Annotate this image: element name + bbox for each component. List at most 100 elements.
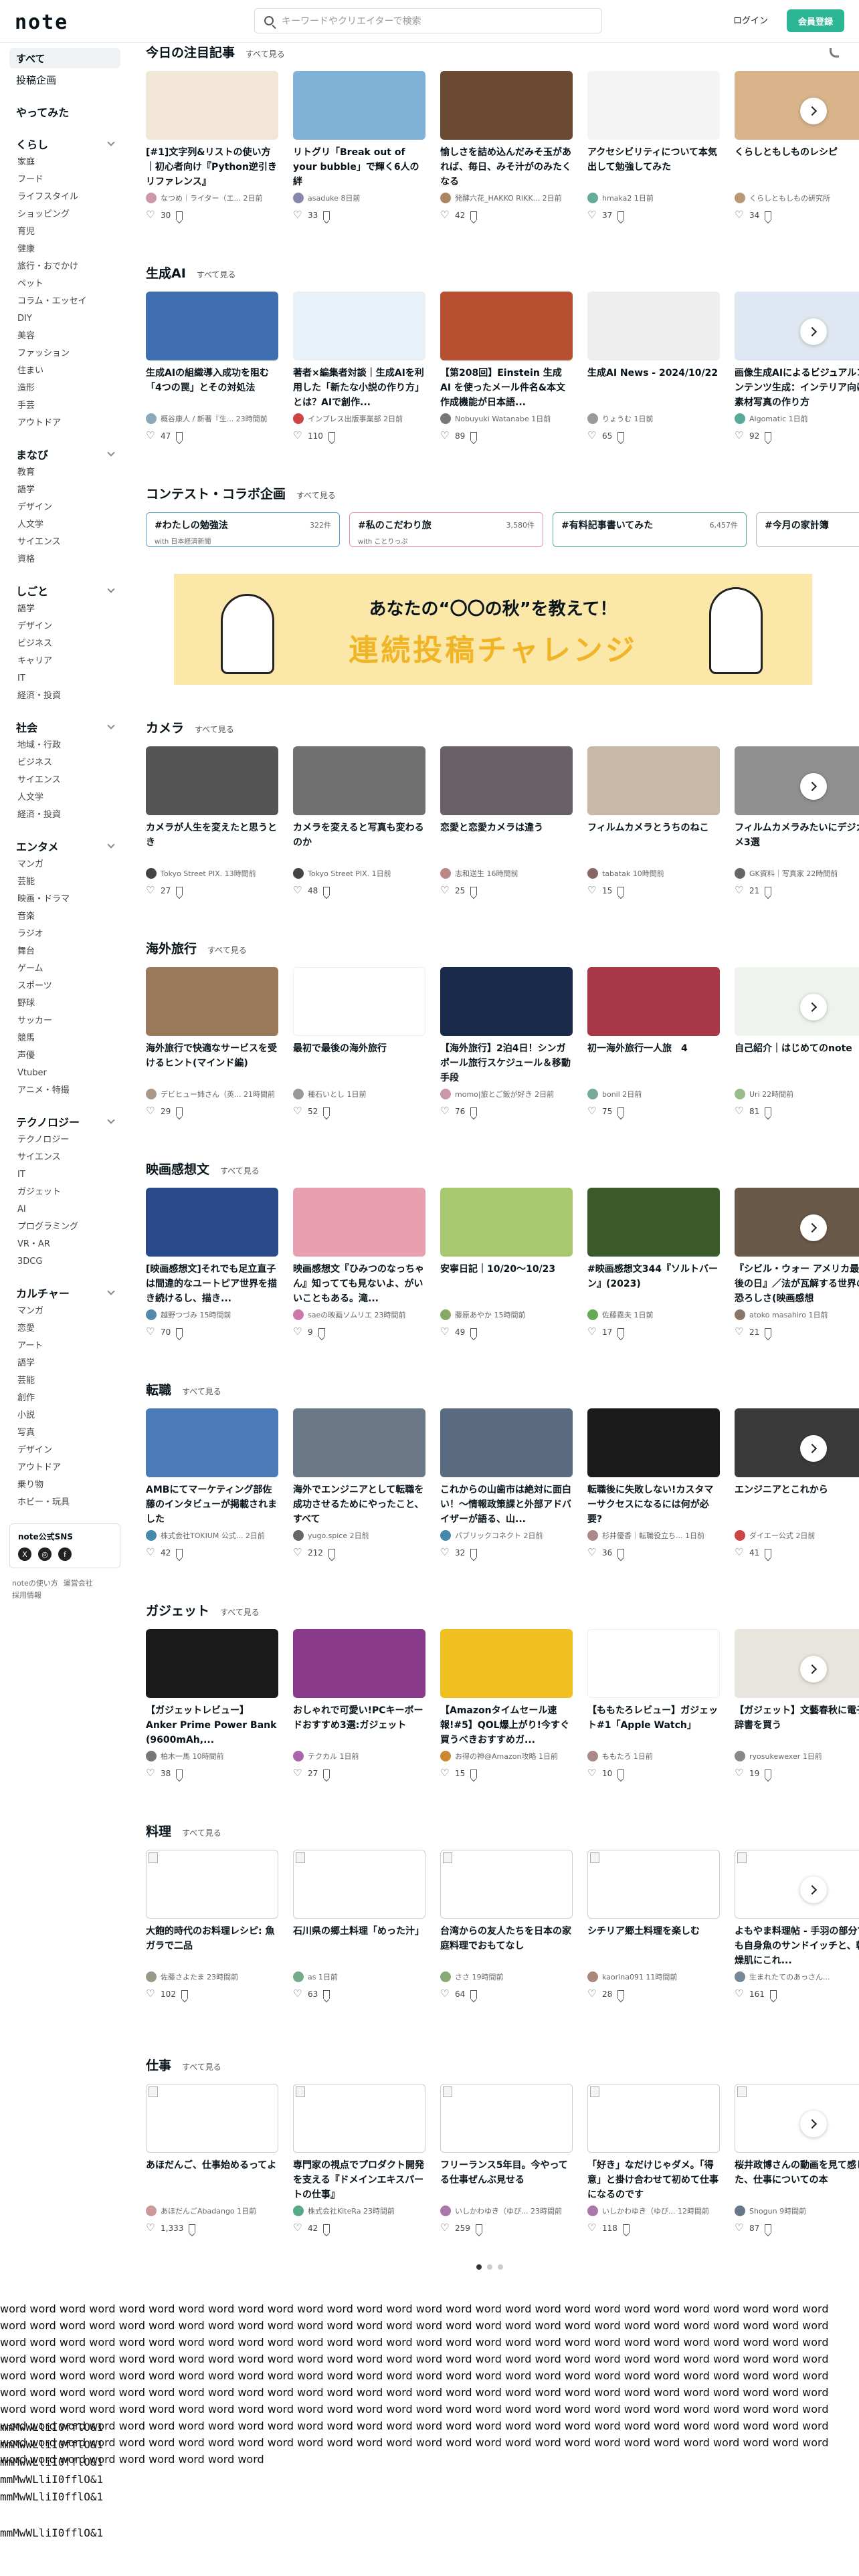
sidebar-sub-item[interactable]: 芸能 [9,1372,127,1390]
facebook-icon[interactable]: f [58,1547,72,1561]
article-thumbnail[interactable] [587,71,720,140]
article-card[interactable]: 大飽的時代のお料理レシピ: 魚ガラで二品佐藤さよたま 23時間前 102 [146,1850,278,2000]
article-title[interactable]: カメラが人生を変えたと思うとき [146,821,278,865]
see-all-link[interactable]: すべて見る [182,1386,221,1397]
heart-icon[interactable] [440,1546,450,1558]
sidebar-sub-item[interactable]: 住まい [9,362,127,380]
article-author[interactable]: テクカル 1日前 [293,1750,425,1762]
article-title[interactable]: 【ガジェットレビュー】Anker Prime Power Bank (9600m… [146,1703,278,1747]
sidebar-category[interactable]: まなび [9,444,120,464]
article-card[interactable]: 石川県の郷土料理「めった汁」 as 1日前 63 [293,1850,425,2000]
article-title[interactable]: [#1]文字列&リストの使い方｜初心者向け『Python逆引きリファレンス』 [146,145,278,189]
bookmark-icon[interactable] [470,1769,478,1778]
article-thumbnail[interactable] [293,71,425,140]
article-thumbnail[interactable] [735,1850,859,1919]
article-title[interactable]: 【海外旅行】2泊4日！シンガポール旅行スケジュール＆移動手段 [440,1041,573,1085]
article-author[interactable]: 杉井優香｜転職役立ち... 1日前 [587,1529,720,1541]
bookmark-icon[interactable] [622,2224,630,2233]
bookmark-icon[interactable] [176,1107,183,1116]
sidebar-sub-item[interactable]: サイエンス [9,772,127,789]
article-thumbnail[interactable] [440,71,573,140]
article-title[interactable]: 「好き」なだけじゃダメ。「得意」と掛け合わせて初めて仕事になるのです [587,2158,720,2202]
sidebar-sub-item[interactable]: 写真 [9,1424,127,1442]
article-title[interactable]: 生成AIの組織導入成功を阻む「4つの罠」とその対処法 [146,366,278,410]
article-thumbnail[interactable] [293,967,425,1036]
heart-icon[interactable] [440,1105,450,1117]
article-title[interactable]: よもやま料理帖 - 手羽の部分でも自身魚のサンドイッチと、乾燥肌にこれ... [735,1924,859,1968]
sidebar-sub-item[interactable]: プログラミング [9,1218,127,1236]
bookmark-icon[interactable] [189,2224,196,2233]
bookmark-icon[interactable] [328,431,335,441]
heart-icon[interactable] [440,1325,450,1337]
sidebar-sub-item[interactable]: 育児 [9,223,127,241]
chevron-down-icon[interactable] [107,1287,115,1295]
sidebar-sub-item[interactable]: 美容 [9,328,127,345]
article-author[interactable]: Algomatic 1日前 [735,413,859,425]
article-card[interactable]: カメラを変えると写真も変わるのか Tokyo Street PIX. 1日前 48 [293,746,425,897]
article-card[interactable]: エンジニアとこれからダイエー公式 2日前 41 [735,1408,859,1559]
heart-icon[interactable] [293,1988,302,2000]
bookmark-icon[interactable] [176,211,183,220]
article-thumbnail[interactable] [146,746,278,815]
see-all-link[interactable]: すべて見る [220,1165,260,1176]
article-title[interactable]: AMBにてマーケティング部佐藤のインタビューが掲載されました [146,1483,278,1527]
next-arrow-button[interactable] [800,2111,827,2137]
article-title[interactable]: 石川県の郷土料理「めった汁」 [293,1924,425,1968]
sidebar-sub-item[interactable]: アート [9,1337,127,1355]
sidebar-link[interactable]: 採用情報 [12,1590,41,1602]
sidebar-sub-item[interactable]: IT [9,670,127,687]
bookmark-icon[interactable] [617,886,625,895]
article-card[interactable]: フリーランス5年目。今やってる仕事ぜんぶ見せる いしかわゆき（ゆぴ... 23時間… [440,2084,573,2234]
article-title[interactable]: 転職後に失敗しない!カスタマーサクセスになるには何が必要? [587,1483,720,1527]
article-card[interactable]: 安寧日記｜10/20〜10/23 藤原あやか 15時間前 49 [440,1188,573,1338]
sidebar-sub-item[interactable]: 芸能 [9,873,127,891]
article-thumbnail[interactable] [587,1188,720,1257]
sidebar-sub-item[interactable]: アウトドア [9,1459,127,1477]
heart-icon[interactable] [735,1105,744,1117]
article-author[interactable]: 柏木一馬 10時間前 [146,1750,278,1762]
article-thumbnail[interactable] [440,292,573,360]
sidebar-sub-item[interactable]: 造形 [9,380,127,397]
bookmark-icon[interactable] [328,1548,335,1558]
heart-icon[interactable] [735,2222,744,2234]
bookmark-icon[interactable] [617,1990,625,1999]
article-card[interactable]: 【海外旅行】2泊4日！シンガポール旅行スケジュール＆移動手段 momo|旅とご飯が… [440,967,573,1117]
article-author[interactable]: 藤原あやか 15時間前 [440,1309,573,1321]
heart-icon[interactable] [146,1105,155,1117]
article-thumbnail[interactable] [440,1629,573,1698]
article-author[interactable]: bonil 2日前 [587,1088,720,1100]
pagination-dot[interactable] [498,2264,503,2270]
article-author[interactable]: パブリックコネクト 2日前 [440,1529,573,1541]
heart-icon[interactable] [735,209,744,221]
article-title[interactable]: 映画感想文『ひみつのなっちゃん』知ってても見ないよ、がいいこともある。滝... [293,1262,425,1306]
chevron-down-icon[interactable] [107,585,115,593]
see-all-link[interactable]: すべて見る [207,944,247,956]
article-thumbnail[interactable] [146,1408,278,1477]
article-author[interactable]: tabatak 10時間前 [587,867,720,879]
article-title[interactable]: エンジニアとこれから [735,1483,859,1527]
article-card[interactable]: リトグリ「Break out of your bubble」で輝く6人の絆 asa… [293,71,425,221]
heart-icon[interactable] [146,209,155,221]
article-thumbnail[interactable] [440,746,573,815]
article-title[interactable]: 生成AI News - 2024/10/22 [587,366,720,410]
heart-icon[interactable] [735,884,744,896]
see-all-link[interactable]: すべて見る [197,269,236,280]
article-author[interactable]: Tokyo Street PIX. 1日前 [293,867,425,879]
sidebar-sub-item[interactable]: 語学 [9,601,127,618]
article-card[interactable]: これからの山歯市は絶対に面白い！〜情報政策課と外部アドバイザーが語る、山... パ… [440,1408,573,1559]
heart-icon[interactable] [735,1988,744,2000]
sidebar-sub-item[interactable]: 舞台 [9,943,127,960]
article-author[interactable]: 発酵六花_HAKKO RIKK... 2日前 [440,192,573,204]
article-author[interactable]: デビヒュー姉さん（英... 21時間前 [146,1088,278,1100]
heart-icon[interactable] [146,1988,155,2000]
article-card[interactable]: 映画感想文『ひみつのなっちゃん』知ってても見ないよ、がいいこともある。滝... s… [293,1188,425,1338]
article-author[interactable]: atoko masahiro 1日前 [735,1309,859,1321]
bookmark-icon[interactable] [323,1990,330,1999]
article-card[interactable]: 【ももたろレビュー】ガジェット#1「Apple Watch」ももたろ 1日前 10 [587,1629,720,1780]
chevron-down-icon[interactable] [107,449,115,457]
bookmark-icon[interactable] [470,211,478,220]
sidebar-sub-item[interactable]: IT [9,1166,127,1184]
article-thumbnail[interactable] [735,1629,859,1698]
bookmark-icon[interactable] [765,1107,772,1116]
sidebar-sub-item[interactable]: 語学 [9,481,127,499]
